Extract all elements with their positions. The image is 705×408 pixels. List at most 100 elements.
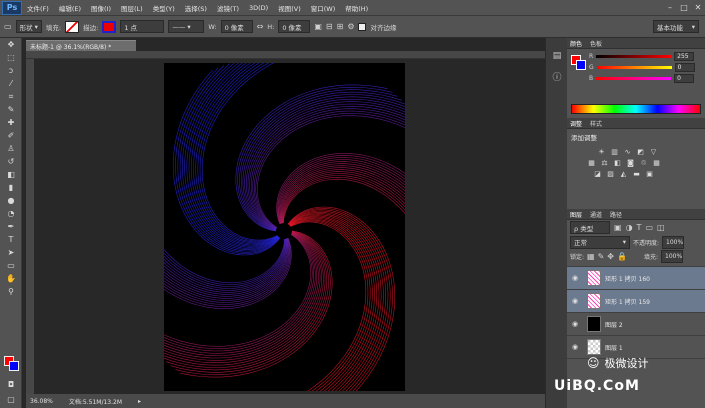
menu-edit[interactable]: 编辑(E): [54, 3, 86, 13]
hand-tool-icon[interactable]: ✋: [0, 272, 22, 285]
opacity-field[interactable]: 100%: [662, 235, 685, 249]
zoom-tool-icon[interactable]: ⚲: [0, 285, 22, 298]
blur-tool-icon[interactable]: ●: [0, 194, 22, 207]
rectangle-tool-icon[interactable]: ▭: [4, 22, 12, 31]
stroke-width-field[interactable]: 1 点: [120, 20, 165, 33]
menu-layer[interactable]: 图层(L): [116, 3, 148, 13]
eye-icon[interactable]: ◉: [567, 343, 583, 351]
lock-all-icon[interactable]: 🔒: [617, 252, 627, 261]
filter-smart-icon[interactable]: ◫: [657, 223, 665, 232]
curves-icon[interactable]: ∿: [623, 148, 632, 156]
tab-channels[interactable]: 通道: [590, 210, 602, 219]
zoom-level[interactable]: 36.08%: [30, 398, 53, 405]
history-brush-tool-icon[interactable]: ↺: [0, 155, 22, 168]
menu-help[interactable]: 帮助(H): [340, 3, 373, 13]
tab-adjustments[interactable]: 调整: [570, 119, 582, 128]
gradient-tool-icon[interactable]: ▮: [0, 181, 22, 194]
width-field[interactable]: 0 像素: [220, 20, 253, 33]
lock-transparent-icon[interactable]: ▦: [587, 252, 595, 261]
screen-mode-icon[interactable]: ▢: [0, 393, 22, 406]
lasso-tool-icon[interactable]: ↄ: [0, 64, 22, 77]
menu-select[interactable]: 选择(S): [180, 3, 212, 13]
lock-pixels-icon[interactable]: ✎: [598, 252, 605, 261]
color-lookup-icon[interactable]: ▦: [652, 159, 661, 167]
canvas[interactable]: [108, 54, 460, 408]
align-edges-checkbox[interactable]: [358, 22, 367, 31]
properties-panel-icon[interactable]: ⓘ: [546, 66, 568, 86]
lock-position-icon[interactable]: ✥: [607, 252, 614, 261]
panel-background-swatch[interactable]: [576, 60, 586, 70]
marquee-tool-icon[interactable]: ⬚: [0, 51, 22, 64]
type-tool-icon[interactable]: T: [0, 233, 22, 246]
tool-mode-dropdown[interactable]: 形状 ▾: [15, 20, 42, 33]
red-value[interactable]: 255: [674, 52, 695, 61]
photo-filter-icon[interactable]: ◙: [626, 159, 635, 167]
green-slider[interactable]: [596, 66, 672, 69]
gear-icon[interactable]: ⚙: [347, 22, 354, 31]
layer-row[interactable]: ◉ 矩形 1 拷贝 160: [567, 267, 705, 290]
black-white-icon[interactable]: ◧: [613, 159, 622, 167]
menu-image[interactable]: 图像(I): [86, 3, 116, 13]
invert-icon[interactable]: ◪: [593, 170, 602, 178]
filter-pixel-icon[interactable]: ▣: [614, 223, 622, 232]
move-tool-icon[interactable]: ✥: [0, 38, 22, 51]
maximize-button[interactable]: □: [677, 3, 691, 12]
threshold-icon[interactable]: ◭: [619, 170, 628, 178]
status-menu-arrow-icon[interactable]: ▸: [138, 398, 141, 405]
menu-window[interactable]: 窗口(W): [306, 3, 341, 13]
brightness-icon[interactable]: ☀: [597, 148, 606, 156]
workspace-dropdown[interactable]: 基本功能 ▾: [653, 20, 699, 33]
fill-swatch[interactable]: [65, 20, 80, 33]
eyedropper-tool-icon[interactable]: ✎: [0, 103, 22, 116]
stroke-type-dropdown[interactable]: —— ▾: [168, 20, 205, 33]
eye-icon[interactable]: ◉: [567, 320, 583, 328]
layer-row[interactable]: ◉ 图层 2: [567, 313, 705, 336]
pen-tool-icon[interactable]: ✒: [0, 220, 22, 233]
tab-styles[interactable]: 样式: [590, 119, 602, 128]
healing-brush-tool-icon[interactable]: ✚: [0, 116, 22, 129]
gradient-map-icon[interactable]: ▬: [632, 170, 641, 178]
menu-3d[interactable]: 3D(D): [244, 4, 273, 12]
posterize-icon[interactable]: ▨: [606, 170, 615, 178]
path-operations-icon[interactable]: ▣: [314, 22, 322, 31]
menu-file[interactable]: 文件(F): [22, 3, 54, 13]
path-alignment-icon[interactable]: ⊟: [326, 22, 333, 31]
stroke-swatch[interactable]: [102, 20, 117, 33]
document-tab[interactable]: 未标题-1 @ 36.1%(RGB/8) *: [26, 40, 136, 51]
dodge-tool-icon[interactable]: ◔: [0, 207, 22, 220]
close-button[interactable]: ✕: [691, 3, 705, 12]
background-color-swatch[interactable]: [9, 361, 19, 371]
menu-view[interactable]: 视图(V): [273, 3, 306, 13]
quick-select-tool-icon[interactable]: ⁄: [0, 77, 22, 90]
eraser-tool-icon[interactable]: ◧: [0, 168, 22, 181]
vibrance-icon[interactable]: ▽: [649, 148, 658, 156]
shape-tool-icon[interactable]: ▭: [0, 259, 22, 272]
path-selection-tool-icon[interactable]: ➤: [0, 246, 22, 259]
levels-icon[interactable]: ▥: [610, 148, 619, 156]
green-value[interactable]: 0: [674, 63, 695, 72]
height-field[interactable]: 0 像素: [278, 20, 311, 33]
link-icon[interactable]: ⇔: [257, 22, 264, 31]
tab-paths[interactable]: 路径: [610, 210, 622, 219]
tab-color[interactable]: 颜色: [570, 39, 582, 48]
filter-shape-icon[interactable]: ▭: [645, 223, 653, 232]
selective-color-icon[interactable]: ▣: [645, 170, 654, 178]
eye-icon[interactable]: ◉: [567, 274, 583, 282]
blue-value[interactable]: 0: [674, 74, 695, 83]
quick-mask-icon[interactable]: ◘: [0, 378, 22, 391]
filter-type-icon[interactable]: T: [637, 223, 642, 232]
channel-mixer-icon[interactable]: ♲: [639, 159, 648, 167]
tab-swatches[interactable]: 色板: [590, 39, 602, 48]
clone-stamp-tool-icon[interactable]: ♙: [0, 142, 22, 155]
layer-filter-dropdown[interactable]: ρ 类型: [570, 221, 610, 234]
blue-slider[interactable]: [596, 77, 672, 80]
minimize-button[interactable]: –: [663, 3, 677, 12]
crop-tool-icon[interactable]: ⌗: [0, 90, 22, 103]
history-panel-icon[interactable]: ▤: [546, 46, 568, 66]
exposure-icon[interactable]: ◩: [636, 148, 645, 156]
blend-mode-dropdown[interactable]: 正常 ▾: [570, 235, 630, 249]
red-slider[interactable]: [596, 55, 672, 58]
menu-type[interactable]: 类型(Y): [148, 3, 180, 13]
eye-icon[interactable]: ◉: [567, 297, 583, 305]
filter-adjust-icon[interactable]: ◑: [626, 223, 633, 232]
